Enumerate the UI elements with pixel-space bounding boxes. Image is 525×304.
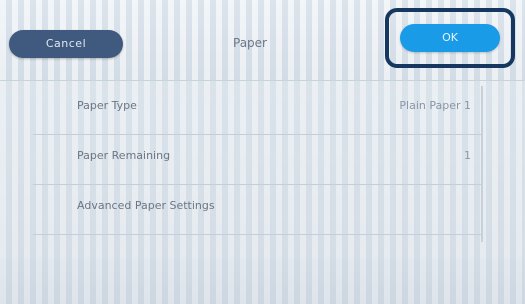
scrollbar-track[interactable] [481, 86, 483, 242]
setting-value: 1 [464, 149, 471, 162]
setting-label: Paper Type [77, 99, 137, 112]
setting-row-paper-remaining[interactable]: Paper Remaining 1 [33, 134, 483, 185]
cancel-button[interactable]: Cancel [9, 30, 123, 58]
settings-list: Paper Type Plain Paper 1 Paper Remaining… [33, 84, 483, 244]
setting-row-advanced-paper-settings[interactable]: Advanced Paper Settings [33, 184, 483, 235]
bottom-panel [0, 258, 525, 304]
setting-row-paper-type[interactable]: Paper Type Plain Paper 1 [33, 84, 483, 135]
screen-title: Paper [233, 36, 267, 50]
ok-button[interactable]: OK [400, 24, 500, 52]
setting-label: Paper Remaining [77, 149, 171, 162]
setting-value: Plain Paper 1 [399, 99, 471, 112]
setting-label: Advanced Paper Settings [77, 199, 215, 212]
header-bar: Cancel Paper OK [0, 0, 525, 81]
printer-screen: Cancel Paper OK Paper Type Plain Paper 1… [0, 0, 525, 304]
